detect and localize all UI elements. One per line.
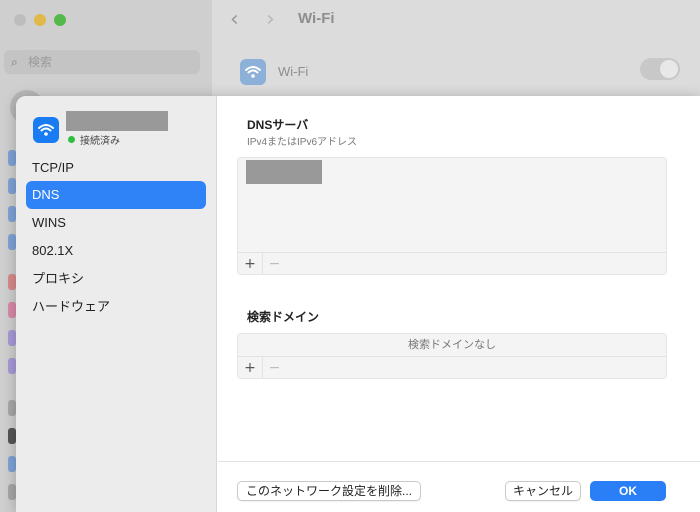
settings-category-icon[interactable] [8,428,16,444]
dns-server-entry-redacted[interactable] [246,160,322,184]
window-close-button[interactable] [14,14,26,26]
sidebar-item-dns[interactable]: DNS [26,181,206,209]
sidebar-item-label: 802.1X [32,243,74,258]
sidebar-item-label: ハードウェア [32,299,111,314]
search-domains-empty-label: 検索ドメインなし [408,339,496,351]
settings-search-placeholder: 検索 [28,55,53,69]
wifi-toggle[interactable] [640,58,680,80]
sidebar-item-label: WINS [32,215,66,230]
settings-category-icon[interactable] [8,274,16,290]
ok-button[interactable]: OK [590,481,666,501]
search-domains-toolbar: + − [238,356,666,379]
status-dot-icon [68,136,75,143]
sidebar-item-proxy[interactable]: プロキシ [26,265,206,293]
cancel-button[interactable]: キャンセル [505,481,581,501]
remove-search-domain-button[interactable]: − [262,356,286,379]
wifi-icon [240,59,266,85]
sidebar-item-label: DNS [32,187,60,202]
connection-status: 接続済み [68,132,120,147]
add-search-domain-button[interactable]: + [238,357,262,379]
settings-category-icon[interactable] [8,234,16,250]
settings-category-icon[interactable] [8,330,16,346]
sidebar-item-8021x[interactable]: 802.1X [26,237,206,265]
settings-category-icon[interactable] [8,484,16,500]
sidebar-item-wins[interactable]: WINS [26,209,206,237]
network-details-sheet: 接続済み TCP/IP DNS WINS 802.1X プロキシ ハードウェア … [16,96,700,512]
settings-category-icon[interactable] [8,456,16,472]
wifi-icon [33,117,59,143]
sidebar-item-tcpip[interactable]: TCP/IP [26,154,206,182]
sidebar-item-label: プロキシ [32,271,85,286]
search-domains-title: 検索ドメイン [247,310,320,324]
sheet-sidebar: 接続済み TCP/IP DNS WINS 802.1X プロキシ ハードウェア [16,96,217,512]
sidebar-item-label: TCP/IP [32,160,74,175]
network-name-redacted [66,111,168,131]
dns-servers-subtitle: IPv4またはIPv6アドレス [247,137,358,148]
wifi-row-label: Wi-Fi [278,64,309,79]
back-arrow-icon[interactable]: ‹ [230,8,239,32]
window-title: Wi-Fi [298,10,335,27]
settings-category-icon[interactable] [8,150,16,166]
dns-list-toolbar: + − [238,252,666,275]
settings-category-icon[interactable] [8,400,16,416]
search-icon: ⌕ [11,55,18,69]
settings-search-field[interactable]: ⌕ 検索 [4,50,200,74]
settings-category-icon[interactable] [8,302,16,318]
delete-network-settings-button[interactable]: このネットワーク設定を削除... [237,481,421,501]
sidebar-item-hardware[interactable]: ハードウェア [26,293,206,321]
remove-dns-server-button[interactable]: − [262,252,286,275]
settings-category-icon[interactable] [8,178,16,194]
dns-servers-list[interactable]: + − [237,157,667,275]
add-dns-server-button[interactable]: + [238,253,262,275]
settings-category-icon[interactable] [8,358,16,374]
settings-category-icon[interactable] [8,206,16,222]
window-minimize-button[interactable] [34,14,46,26]
search-domains-list[interactable]: 検索ドメインなし + − [237,333,667,379]
dns-settings-panel: DNSサーバ IPv4またはIPv6アドレス + − 検索ドメイン 検索ドメイン… [218,96,700,512]
window-zoom-button[interactable] [54,14,66,26]
sheet-footer: このネットワーク設定を削除... キャンセル OK [218,461,700,512]
dns-servers-title: DNSサーバ [247,118,309,132]
forward-arrow-icon[interactable]: › [266,8,275,32]
connection-status-label: 接続済み [80,136,120,147]
